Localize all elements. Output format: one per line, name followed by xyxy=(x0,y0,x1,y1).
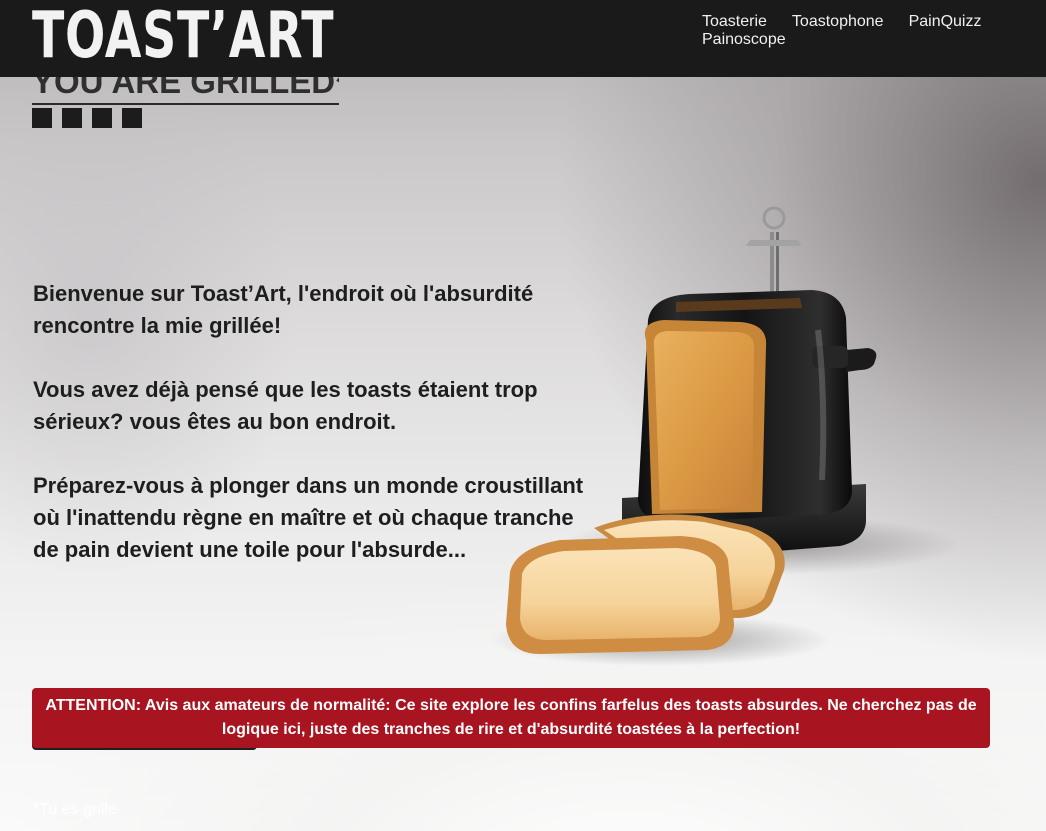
hero-heading: YOU ARE GRILLED* xyxy=(32,77,339,100)
nav-link-toasterie[interactable]: Toasterie xyxy=(702,13,767,31)
square-decoration xyxy=(62,108,82,128)
site-header: TOAST’ART Toasterie Toastophone PainQuizz P… xyxy=(0,0,1046,77)
intro-text: Bienvenue sur Toast’Art, l'endroit où l'… xyxy=(33,278,593,598)
footnote: *Tu es grillé xyxy=(33,801,117,818)
intro-paragraph-welcome: Bienvenue sur Toast’Art, l'endroit où l'… xyxy=(33,281,534,338)
intro-paragraph-dive: Préparez-vous à plonger dans un monde cr… xyxy=(33,473,584,562)
square-decoration xyxy=(32,108,52,128)
site-logo[interactable]: TOAST’ART xyxy=(32,0,334,76)
hero-heading-container: YOU ARE GRILLED* xyxy=(32,77,339,105)
warning-alert: ATTENTION: Avis aux amateurs de normalit… xyxy=(32,688,990,748)
main-nav: Toasterie Toastophone PainQuizz Painoscope xyxy=(702,13,1012,49)
decorative-squares xyxy=(32,108,152,128)
square-decoration xyxy=(92,108,112,128)
nav-link-toastophone[interactable]: Toastophone xyxy=(792,13,884,31)
nav-link-painquizz[interactable]: PainQuizz xyxy=(909,13,982,31)
nav-link-painoscope[interactable]: Painoscope xyxy=(702,31,786,49)
intro-paragraph-serious: Vous avez déjà pensé que les toasts étai… xyxy=(33,377,538,434)
square-decoration xyxy=(122,108,142,128)
